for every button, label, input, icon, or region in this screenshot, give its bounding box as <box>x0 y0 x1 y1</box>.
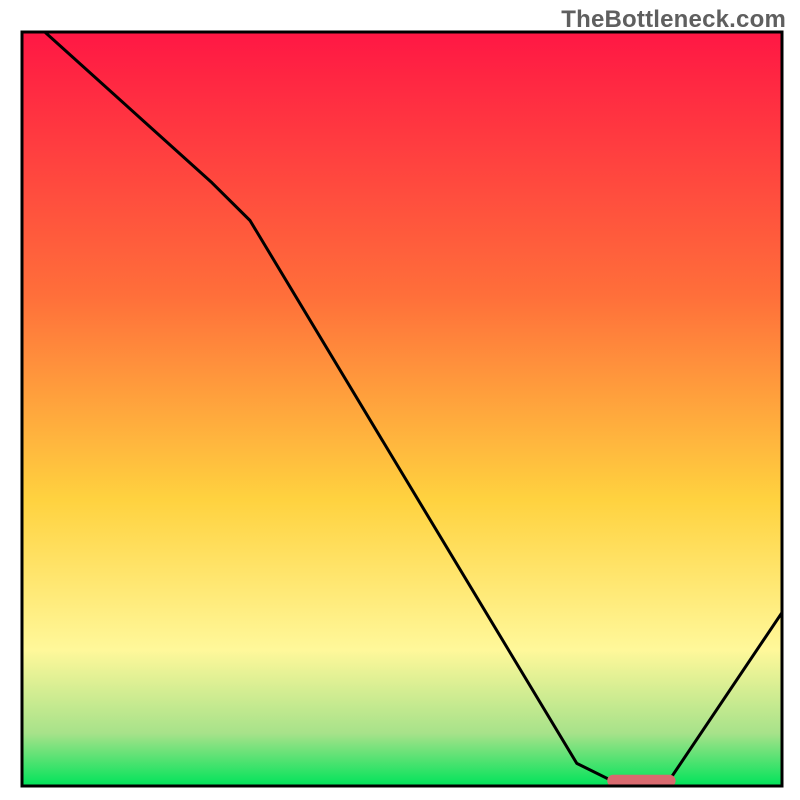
bottleneck-chart <box>0 0 800 800</box>
gradient-background <box>22 32 782 786</box>
chart-container: { "watermark": "TheBottleneck.com", "col… <box>0 0 800 800</box>
